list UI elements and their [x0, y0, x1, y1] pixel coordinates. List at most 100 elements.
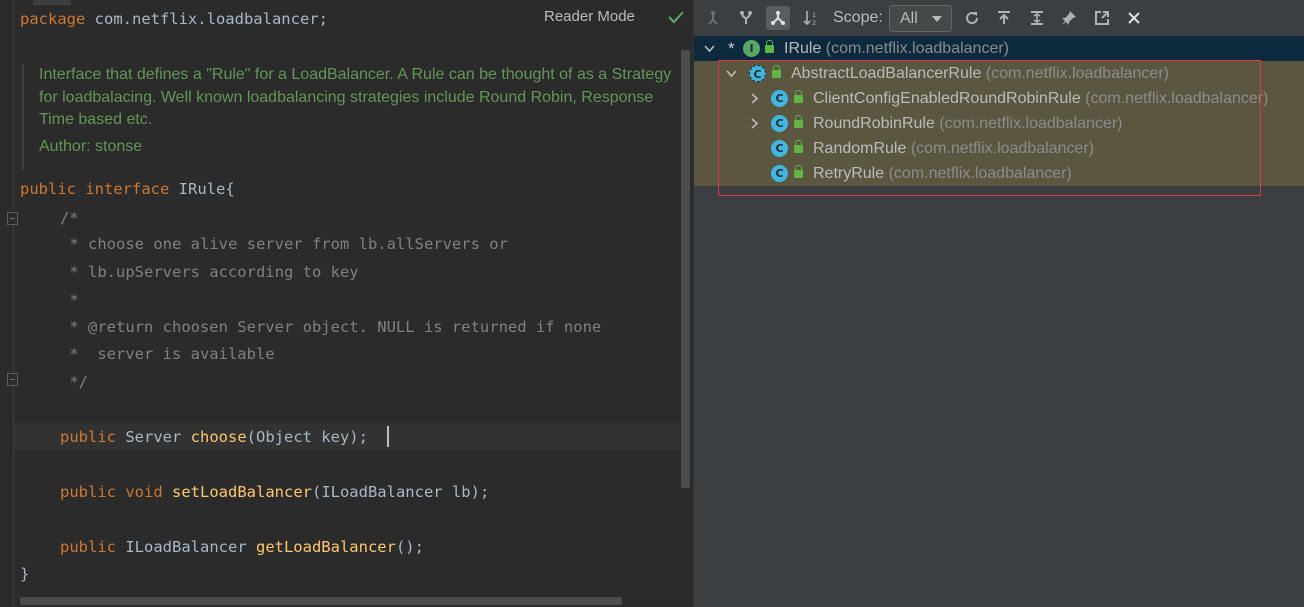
- class-icon: C: [771, 115, 788, 132]
- class-name: RetryRule: [813, 165, 885, 182]
- code-line-close: }: [20, 565, 30, 583]
- tree-row-round-robin-rule[interactable]: C RoundRobinRule (com.netflix.loadbalanc…: [694, 111, 1304, 136]
- package-name: (com.netflix.loadbalancer): [934, 115, 1123, 132]
- reader-mode-button[interactable]: Reader Mode: [544, 8, 635, 25]
- chevron-right-icon[interactable]: [747, 111, 761, 136]
- code-editor[interactable]: package com.netflix.loadbalancer; Reader…: [0, 0, 693, 607]
- chevron-down-icon[interactable]: [724, 61, 738, 86]
- vertical-scrollbar[interactable]: [681, 50, 690, 488]
- comment-line: * server is available: [60, 345, 275, 363]
- type: Server: [116, 428, 191, 446]
- type: ILoadBalancer: [116, 538, 256, 556]
- svg-text:1: 1: [812, 11, 816, 19]
- tree-item-label: AbstractLoadBalancerRule (com.netflix.lo…: [791, 61, 1169, 86]
- comment-line: * @return choosen Server object. NULL is…: [60, 318, 602, 336]
- scope-label: Scope:: [833, 9, 883, 26]
- editor-tab-stub: [33, 0, 71, 5]
- package-name: (com.netflix.loadbalancer): [884, 165, 1072, 182]
- tree-item-label: RetryRule (com.netflix.loadbalancer): [813, 161, 1072, 186]
- gutter-divider: [13, 0, 14, 607]
- fold-marker[interactable]: [7, 373, 18, 386]
- comment-line: */: [60, 373, 88, 391]
- lock-icon: [794, 165, 803, 178]
- package-name: (com.netflix.loadbalancer): [821, 40, 1009, 57]
- class-name: RandomRule: [813, 140, 907, 157]
- text-caret: [387, 426, 389, 447]
- rendered-javadoc: Interface that defines a "Rule" for a Lo…: [22, 64, 672, 170]
- tree-item-label: ClientConfigEnabledRoundRobinRule (com.n…: [813, 86, 1268, 111]
- code-line-method-choose: public Server choose(Object key);: [60, 427, 368, 447]
- interface-name: IRule{: [169, 180, 235, 198]
- tree-row-retry-rule[interactable]: C RetryRule (com.netflix.loadbalancer): [694, 161, 1304, 186]
- subtypes-hierarchy-icon[interactable]: [734, 6, 758, 30]
- tree-row-irule[interactable]: * I IRule (com.netflix.loadbalancer): [694, 36, 1304, 61]
- class-icon: C: [771, 90, 788, 107]
- open-in-new-window-icon[interactable]: [1090, 6, 1114, 30]
- class-hierarchy-icon[interactable]: [766, 6, 790, 30]
- params: (ILoadBalancer lb);: [311, 483, 490, 501]
- doc-description: Interface that defines a "Rule" for a Lo…: [39, 66, 672, 128]
- keyword: interface: [85, 180, 170, 198]
- type-hierarchy-panel: 12 Scope: All * I IRule (com.netflix.loa…: [693, 0, 1304, 607]
- class-icon: C: [771, 165, 788, 182]
- lock-icon: [794, 115, 803, 128]
- package-name: (com.netflix.loadbalancer): [906, 140, 1095, 157]
- tree-item-label: RandomRule (com.netflix.loadbalancer): [813, 136, 1094, 161]
- export-icon[interactable]: [992, 6, 1016, 30]
- keyword: public: [60, 428, 116, 446]
- lock-icon: [765, 40, 774, 53]
- keyword: package: [20, 10, 86, 28]
- pin-icon[interactable]: [1057, 6, 1081, 30]
- tree-row-abstract-load-balancer-rule[interactable]: C AbstractLoadBalancerRule (com.netflix.…: [694, 61, 1304, 86]
- tree-row-client-config-enabled-round-robin-rule[interactable]: C ClientConfigEnabledRoundRobinRule (com…: [694, 86, 1304, 111]
- check-icon[interactable]: [668, 10, 684, 24]
- doc-author: Author: stonse: [39, 137, 143, 155]
- params: ();: [395, 538, 424, 556]
- lock-icon: [794, 90, 803, 103]
- tree-item-label: IRule (com.netflix.loadbalancer): [784, 36, 1009, 61]
- code-line-method-get: public ILoadBalancer getLoadBalancer();: [60, 537, 424, 557]
- keyword: public: [60, 538, 116, 556]
- code-line-interface: public interface IRule{: [20, 179, 235, 199]
- svg-text:2: 2: [812, 19, 816, 26]
- root-marker: *: [728, 39, 735, 58]
- scope-value: All: [900, 10, 918, 27]
- expand-all-icon[interactable]: [1025, 6, 1049, 30]
- chevron-right-icon[interactable]: [747, 86, 761, 111]
- params: (Object key);: [246, 428, 368, 446]
- class-name: AbstractLoadBalancerRule: [791, 65, 982, 82]
- comment-line: /*: [60, 209, 79, 227]
- abstract-class-icon: C: [749, 65, 766, 82]
- class-name: RoundRobinRule: [813, 115, 935, 132]
- class-name: ClientConfigEnabledRoundRobinRule: [813, 90, 1081, 107]
- package-name: (com.netflix.loadbalancer): [1080, 90, 1269, 107]
- lock-icon: [794, 140, 803, 153]
- scope-dropdown[interactable]: All: [889, 5, 952, 32]
- code-line-method-set: public void setLoadBalancer(ILoadBalance…: [60, 482, 489, 502]
- type: void: [116, 483, 172, 501]
- method-name: getLoadBalancer: [255, 538, 396, 556]
- method-name: choose: [190, 428, 247, 446]
- lock-icon: [772, 65, 781, 78]
- interface-icon: I: [743, 40, 760, 57]
- class-icon: C: [771, 140, 788, 157]
- supertypes-hierarchy-icon[interactable]: [701, 6, 725, 30]
- tree-row-random-rule[interactable]: C RandomRule (com.netflix.loadbalancer): [694, 136, 1304, 161]
- sort-alphabetically-icon[interactable]: 12: [799, 6, 823, 30]
- chevron-down-icon: [932, 16, 942, 22]
- method-name: setLoadBalancer: [172, 483, 312, 501]
- fold-marker[interactable]: [7, 212, 18, 225]
- class-name: IRule: [784, 40, 822, 57]
- comment-line: * choose one alive server from lb.allSer…: [60, 235, 508, 253]
- package-name: (com.netflix.loadbalancer): [981, 65, 1169, 82]
- tree-item-label: RoundRobinRule (com.netflix.loadbalancer…: [813, 111, 1123, 136]
- refresh-icon[interactable]: [960, 6, 984, 30]
- package-name: com.netflix.loadbalancer;: [85, 10, 328, 28]
- chevron-down-icon[interactable]: [702, 36, 716, 61]
- close-icon[interactable]: [1122, 6, 1146, 30]
- keyword: public: [60, 483, 116, 501]
- comment-line: *: [60, 291, 79, 309]
- hierarchy-toolbar: 12 Scope: All: [694, 0, 1304, 36]
- code-line-package: package com.netflix.loadbalancer;: [20, 9, 328, 29]
- horizontal-scrollbar[interactable]: [20, 597, 622, 605]
